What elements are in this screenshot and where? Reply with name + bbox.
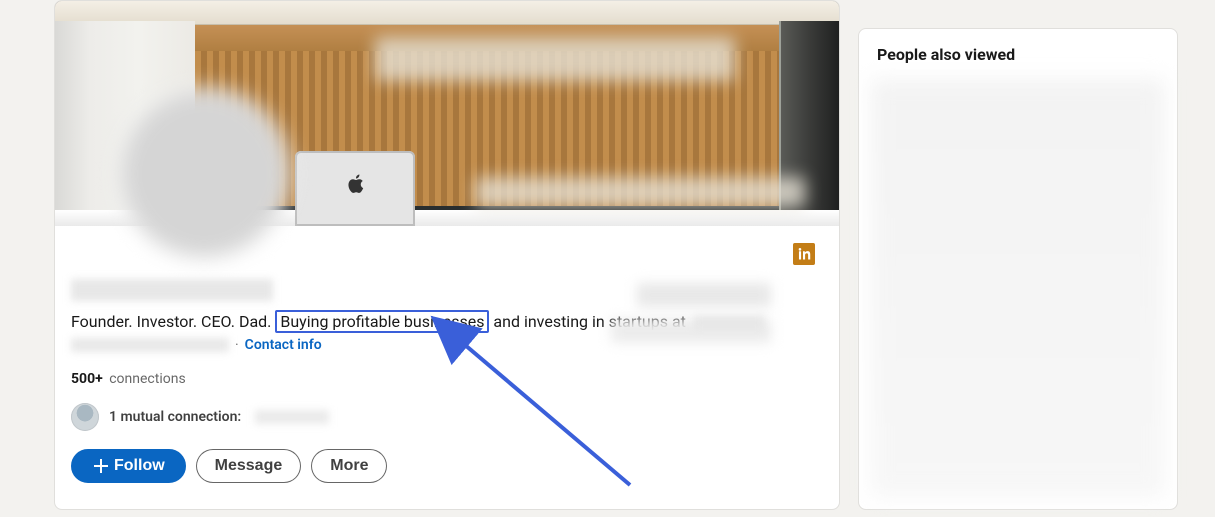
profile-name-blur: [71, 279, 273, 301]
profile-avatar[interactable]: [117, 87, 291, 261]
cover-text-blur-2: [475, 177, 805, 207]
follow-button[interactable]: Follow: [71, 449, 186, 483]
message-label: Message: [215, 457, 283, 474]
mutual-name-blur: [255, 410, 329, 424]
people-also-viewed-card: People also viewed: [858, 28, 1178, 510]
connections-row[interactable]: 500+ connections: [71, 371, 823, 387]
headline-tail-blur: [694, 316, 764, 330]
more-label: More: [330, 457, 368, 474]
headline-part1: Founder. Investor. CEO. Dad.: [71, 312, 271, 331]
plus-icon: [92, 458, 108, 474]
follow-label: Follow: [114, 457, 165, 475]
company-badge-blur-1: [637, 283, 771, 307]
message-button[interactable]: Message: [196, 449, 302, 483]
contact-info-link[interactable]: Contact info: [245, 337, 322, 353]
more-button[interactable]: More: [311, 449, 387, 483]
headline-highlight: Buying profitable businesses: [275, 310, 489, 333]
profile-card: Founder. Investor. CEO. Dad. Buying prof…: [54, 0, 840, 510]
cover-text-blur-1: [375, 37, 735, 81]
mutual-avatar-icon: [71, 403, 99, 431]
connections-count: 500+: [71, 371, 103, 387]
linkedin-badge-icon[interactable]: [793, 243, 815, 265]
mutual-label: 1 mutual connection:: [109, 409, 241, 425]
imac-monitor: [295, 151, 415, 226]
action-buttons: Follow Message More: [71, 449, 823, 483]
location-blur: [71, 338, 229, 352]
profile-body: Founder. Investor. CEO. Dad. Buying prof…: [71, 279, 823, 483]
people-also-viewed-title: People also viewed: [877, 45, 1159, 64]
people-also-viewed-blur: [871, 79, 1165, 497]
mutual-connections-row[interactable]: 1 mutual connection:: [71, 403, 823, 431]
connections-label: connections: [109, 371, 185, 387]
apple-logo-icon: [346, 173, 364, 195]
contact-separator: ·: [235, 337, 239, 353]
